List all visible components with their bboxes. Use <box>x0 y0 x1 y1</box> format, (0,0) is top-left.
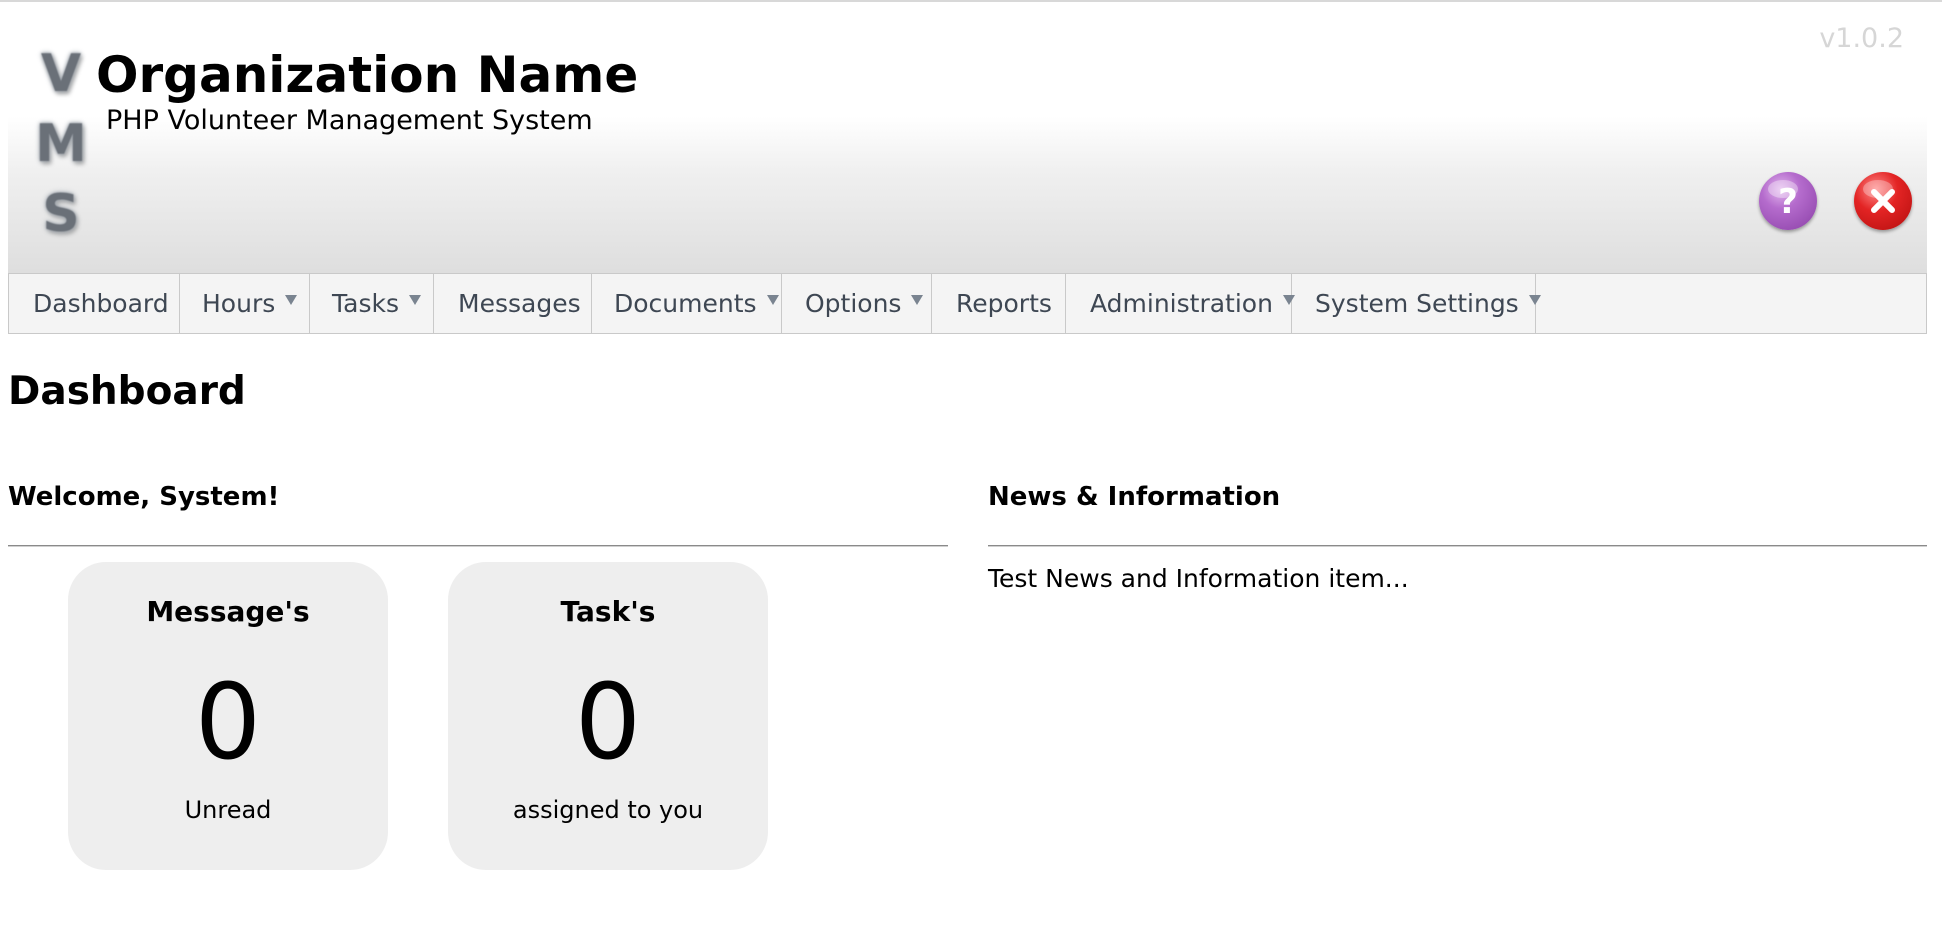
dropdown-caret-icon <box>766 294 779 305</box>
version-label: v1.0.2 <box>1819 23 1904 54</box>
nav-tasks-label: Tasks <box>332 289 399 318</box>
nav-system-settings-label: System Settings <box>1315 289 1519 318</box>
nav-hours-label: Hours <box>202 289 276 318</box>
dropdown-caret-icon <box>1528 294 1541 305</box>
logo-letter-m: M <box>35 114 87 174</box>
top-border <box>0 0 1942 2</box>
help-question-icon: ? <box>1768 180 1798 222</box>
tasks-card[interactable]: Task's 0 assigned to you <box>448 562 768 870</box>
nav-dashboard-label: Dashboard <box>33 289 169 318</box>
tasks-card-caption: assigned to you <box>512 796 704 824</box>
header-banner: V M S Organization Name PHP Volunteer Ma… <box>8 3 1927 273</box>
nav-options-label: Options <box>805 289 902 318</box>
messages-card-title: Message's <box>146 595 310 628</box>
close-button[interactable] <box>1854 172 1912 230</box>
dropdown-caret-icon <box>408 294 421 305</box>
logo-letter-v: V <box>40 44 82 104</box>
app-subtitle: PHP Volunteer Management System <box>106 105 593 136</box>
news-divider <box>988 545 1927 547</box>
messages-card-caption: Unread <box>184 796 272 824</box>
nav-system-settings[interactable]: System Settings <box>1292 274 1541 333</box>
welcome-heading: Welcome, System! <box>8 482 280 512</box>
news-item: Test News and Information item... <box>988 564 1409 593</box>
messages-card[interactable]: Message's 0 Unread <box>68 562 388 870</box>
nav-administration-label: Administration <box>1090 289 1273 318</box>
nav-documents[interactable]: Documents <box>592 274 782 333</box>
nav-options[interactable]: Options <box>782 274 932 333</box>
nav-administration[interactable]: Administration <box>1066 274 1295 333</box>
close-x-icon <box>1863 180 1895 213</box>
svg-text:?: ? <box>1778 182 1798 222</box>
nav-reports[interactable]: Reports <box>932 274 1066 333</box>
main-navigation: Dashboard Hours Tasks Messages Documents… <box>8 273 1927 334</box>
vms-logo: V M S <box>35 39 87 249</box>
dropdown-caret-icon <box>1282 294 1295 305</box>
help-button[interactable]: ? <box>1759 172 1817 230</box>
nav-messages-label: Messages <box>458 289 581 318</box>
nav-tasks[interactable]: Tasks <box>310 274 434 333</box>
dropdown-caret-icon <box>911 294 924 305</box>
assigned-tasks-count: 0 <box>574 661 642 783</box>
nav-documents-label: Documents <box>614 289 757 318</box>
organization-name: Organization Name <box>96 46 639 104</box>
logo-letter-s: S <box>42 184 80 244</box>
tasks-card-title: Task's <box>560 595 656 628</box>
nav-messages[interactable]: Messages <box>434 274 592 333</box>
nav-reports-label: Reports <box>956 289 1052 318</box>
news-heading: News & Information <box>988 482 1281 512</box>
unread-messages-count: 0 <box>194 661 262 783</box>
dropdown-caret-icon <box>285 294 298 305</box>
page-title: Dashboard <box>8 369 246 414</box>
welcome-divider <box>8 545 948 547</box>
nav-dashboard[interactable]: Dashboard <box>9 274 180 333</box>
nav-hours[interactable]: Hours <box>180 274 310 333</box>
